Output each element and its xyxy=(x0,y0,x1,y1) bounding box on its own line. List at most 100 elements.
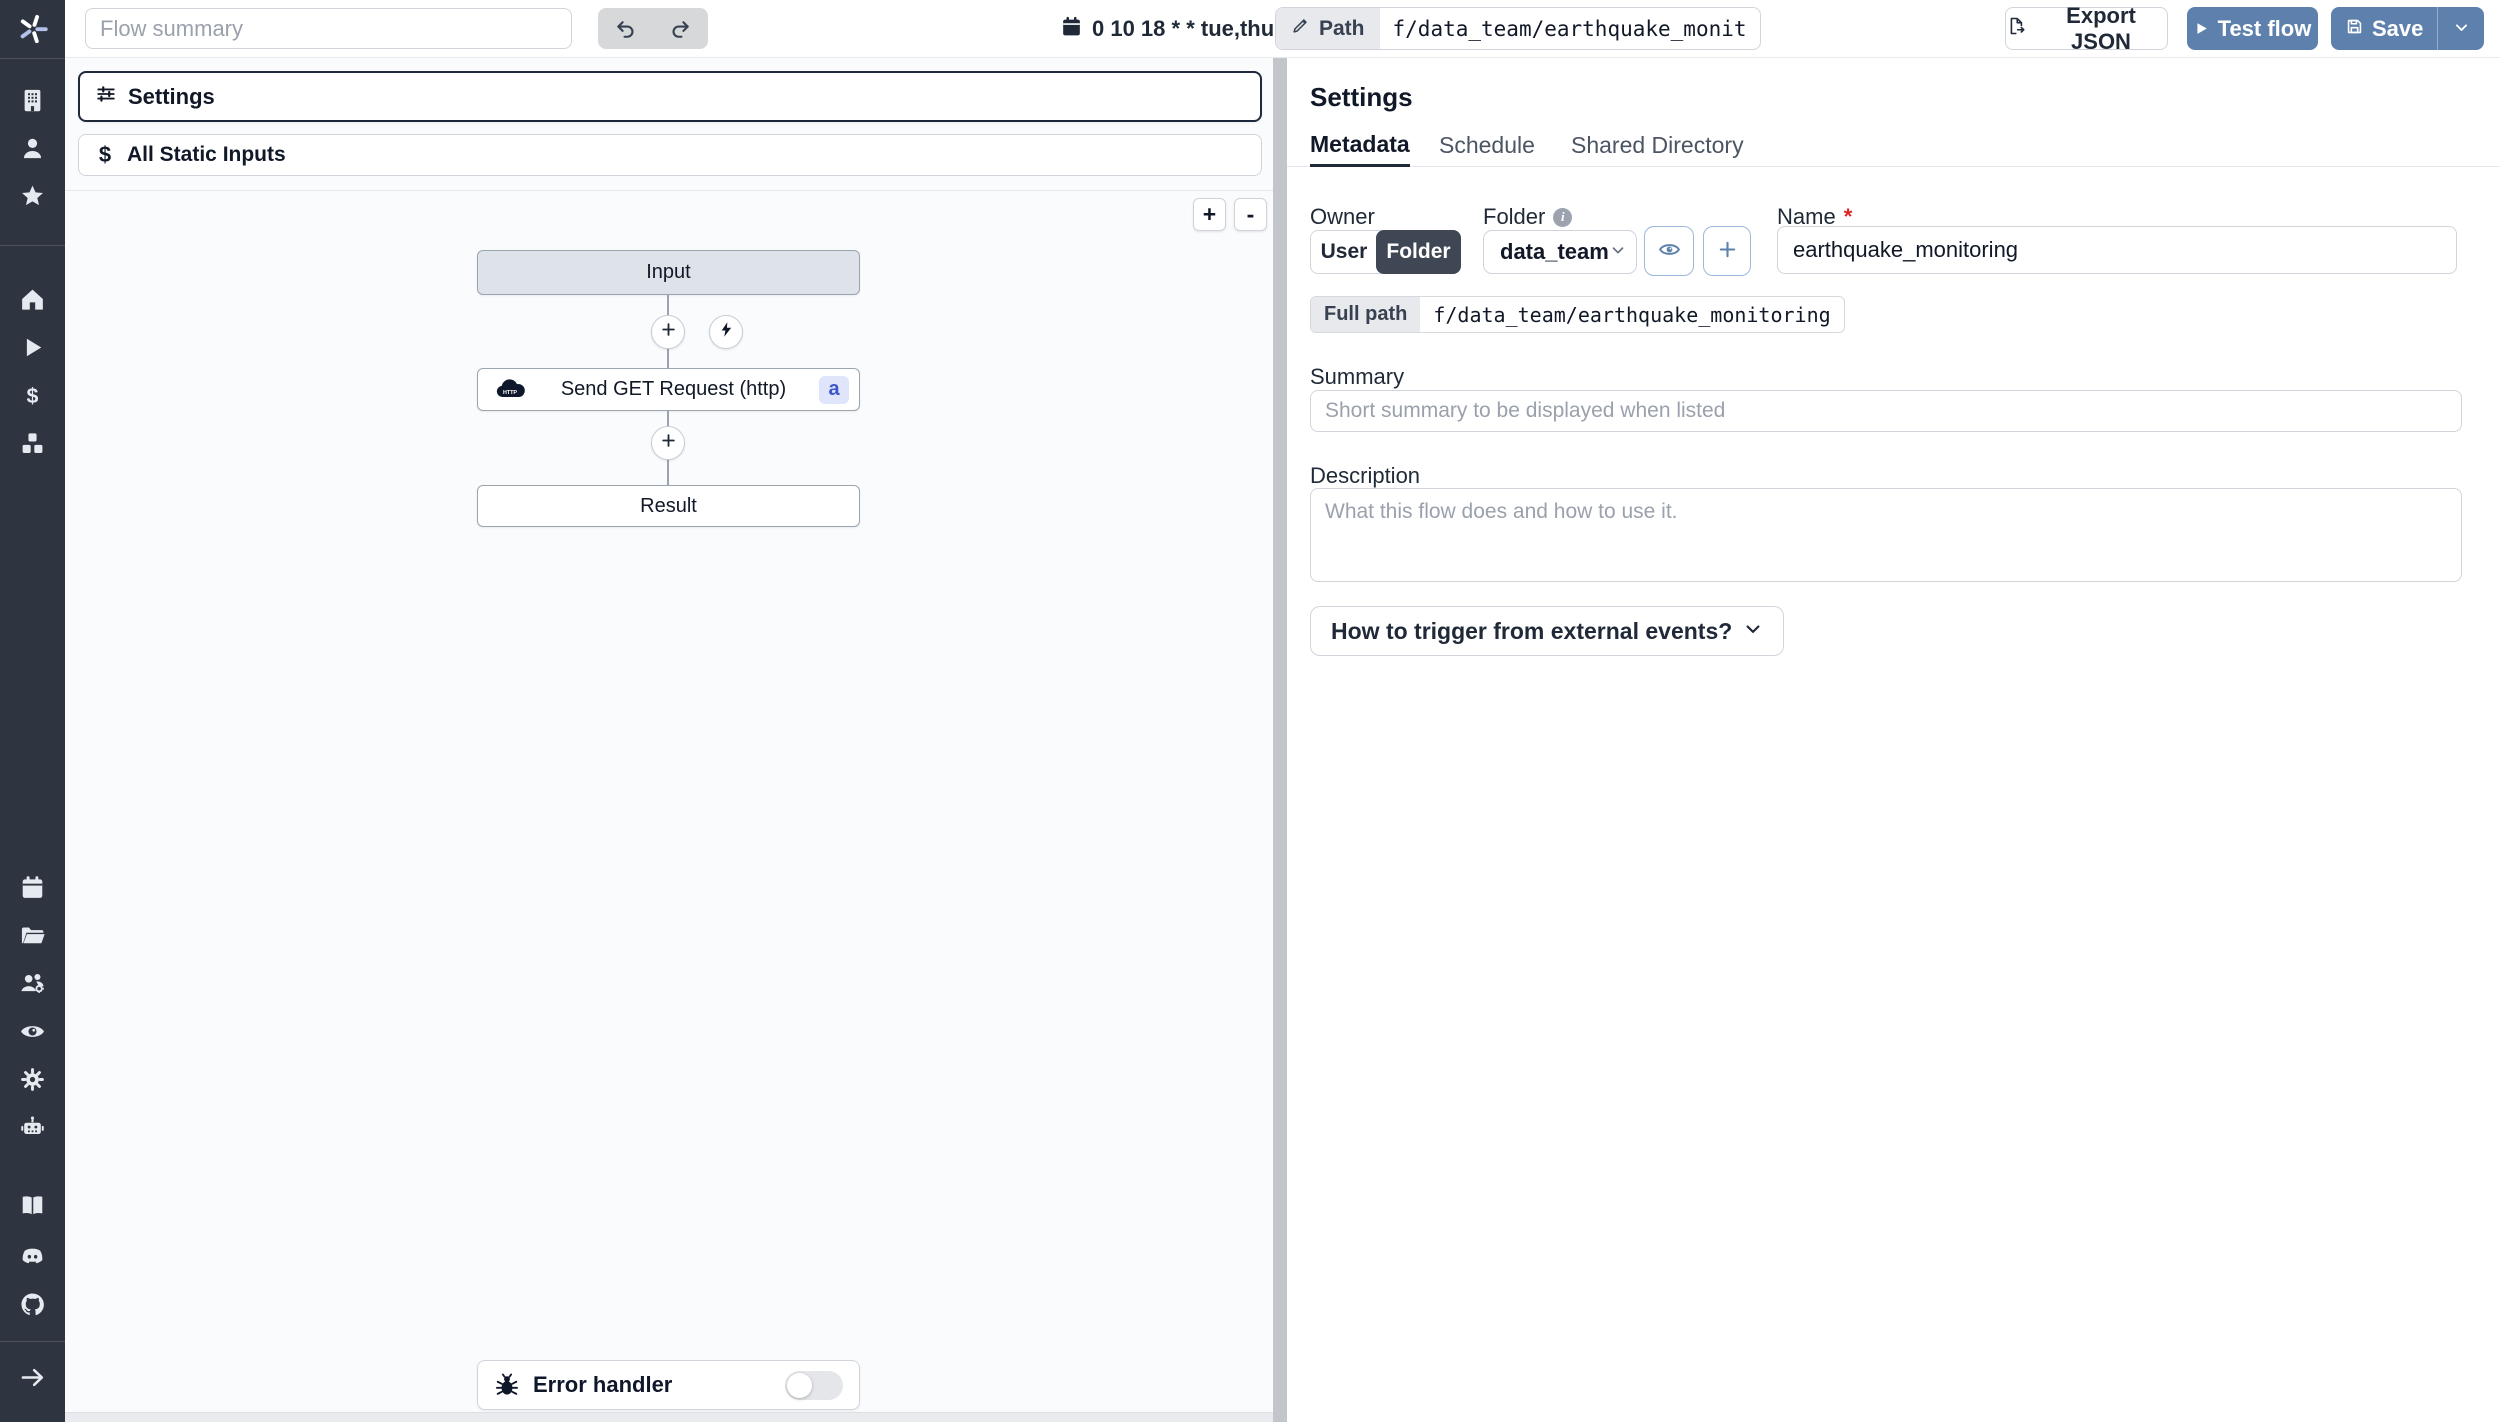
full-path-label: Full path xyxy=(1311,297,1421,332)
users-gear-icon xyxy=(19,970,46,1002)
folder-open-icon xyxy=(19,922,46,954)
flow-path-box: Path f/data_team/earthquake_monit xyxy=(1275,7,1761,50)
save-label: Save xyxy=(2372,15,2424,41)
windmill-logo[interactable] xyxy=(0,0,65,58)
chevron-down-icon xyxy=(1609,241,1627,264)
calendar-icon xyxy=(1060,15,1083,44)
view-folder-button[interactable] xyxy=(1644,226,1694,276)
content: Settings $ All Static Inputs + - Input H… xyxy=(65,58,2500,1422)
add-step-button[interactable] xyxy=(651,315,685,349)
github-icon[interactable] xyxy=(0,1280,65,1328)
star-icon xyxy=(19,183,46,215)
main-area: 0 10 18 * * tue,thu Path f/data_team/ear… xyxy=(65,0,2500,1422)
dollar-icon: $ xyxy=(98,142,112,167)
add-step-button[interactable] xyxy=(651,426,685,460)
horizontal-scrollbar[interactable] xyxy=(65,1412,1273,1422)
full-path-value: f/data_team/earthquake_monitoring xyxy=(1433,302,1831,327)
sidebar-item-folders[interactable] xyxy=(0,914,65,962)
export-json-label: Export JSON xyxy=(2066,2,2136,54)
plus-icon xyxy=(660,432,677,454)
lightning-bolt-icon xyxy=(718,321,735,343)
sidebar-divider xyxy=(0,58,65,59)
description-textarea[interactable] xyxy=(1310,488,2462,582)
flow-node-result[interactable]: Result xyxy=(477,485,860,527)
arrow-right-icon xyxy=(19,1364,46,1396)
error-handler-node[interactable]: Error handler xyxy=(477,1360,860,1410)
tab-schedule[interactable]: Schedule xyxy=(1439,124,1535,167)
redo-button[interactable] xyxy=(653,8,708,49)
undo-icon xyxy=(617,21,634,38)
add-trigger-button[interactable] xyxy=(709,315,743,349)
save-button[interactable]: Save xyxy=(2331,7,2438,50)
folder-select[interactable]: data_team xyxy=(1483,230,1637,274)
full-path-display: Full path f/data_team/earthquake_monitor… xyxy=(1310,296,1845,333)
flow-node-input[interactable]: Input xyxy=(477,250,860,295)
eye-icon xyxy=(1658,238,1681,264)
info-icon[interactable]: i xyxy=(1553,207,1573,227)
settings-panel: Settings Metadata Schedule Shared Direct… xyxy=(1287,58,2500,1422)
owner-option-user[interactable]: User xyxy=(1311,231,1377,273)
sidebar-item-runs[interactable] xyxy=(0,326,65,374)
sidebar-item-groups[interactable] xyxy=(0,962,65,1010)
svg-text:$: $ xyxy=(27,384,39,408)
schedule-cron-display[interactable]: 0 10 18 * * tue,thu xyxy=(1060,0,1274,58)
sidebar-item-docs[interactable] xyxy=(0,1184,65,1232)
panel-splitter[interactable] xyxy=(1273,58,1287,1422)
toggle-knob xyxy=(787,1372,812,1398)
sidebar-item-schedules[interactable] xyxy=(0,866,65,914)
flow-settings-item[interactable]: Settings xyxy=(78,71,1262,122)
undo-redo-group xyxy=(598,8,708,49)
edit-path-button[interactable]: Path xyxy=(1276,8,1380,49)
flow-summary-input[interactable] xyxy=(85,8,572,49)
undo-button[interactable] xyxy=(598,8,653,49)
gear-icon xyxy=(19,1066,46,1098)
sliders-icon xyxy=(95,83,117,110)
sidebar-item-workers[interactable] xyxy=(0,1106,65,1154)
sidebar-item-audit[interactable] xyxy=(0,1010,65,1058)
test-flow-button[interactable]: Test flow xyxy=(2187,7,2318,50)
discord-icon[interactable] xyxy=(0,1232,65,1280)
zoom-in-button[interactable]: + xyxy=(1193,198,1226,231)
all-static-inputs-item[interactable]: $ All Static Inputs xyxy=(78,134,1262,176)
dollar-icon: $ xyxy=(19,382,46,414)
user-icon xyxy=(19,135,46,167)
topbar: 0 10 18 * * tue,thu Path f/data_team/ear… xyxy=(65,0,2500,58)
sidebar-item-settings[interactable] xyxy=(0,1058,65,1106)
save-dropdown-button[interactable] xyxy=(2437,7,2485,50)
owner-toggle-group: User Folder xyxy=(1310,230,1461,274)
play-icon xyxy=(19,334,46,366)
sidebar-item-home[interactable] xyxy=(0,278,65,326)
sidebar-expand-button[interactable] xyxy=(0,1356,65,1404)
zoom-out-button[interactable]: - xyxy=(1234,198,1267,231)
flow-settings-label: Settings xyxy=(128,83,215,109)
sidebar-divider xyxy=(0,1341,65,1342)
tab-metadata[interactable]: Metadata xyxy=(1310,124,1410,167)
sidebar-item-variables[interactable]: $ xyxy=(0,374,65,422)
tab-shared-directory[interactable]: Shared Directory xyxy=(1571,124,1744,167)
sidebar-item-favorites[interactable] xyxy=(0,175,65,223)
pencil-icon xyxy=(1291,16,1310,41)
path-value[interactable]: f/data_team/earthquake_monit xyxy=(1380,8,1760,49)
plus-icon xyxy=(660,321,677,343)
bug-icon xyxy=(496,1373,518,1395)
export-json-button[interactable]: Export JSON xyxy=(2005,3,2168,54)
sidebar-item-user[interactable] xyxy=(0,127,65,175)
home-icon xyxy=(19,286,46,318)
error-handler-label: Error handler xyxy=(533,1372,673,1397)
owner-label: Owner xyxy=(1310,204,1375,229)
canvas-divider xyxy=(65,190,1273,191)
summary-label: Summary xyxy=(1310,364,1405,389)
trigger-info-button[interactable]: How to trigger from external events? xyxy=(1310,606,1785,656)
folder-label-row: Folder i xyxy=(1483,204,1573,230)
add-folder-button[interactable] xyxy=(1703,226,1751,276)
owner-option-folder[interactable]: Folder xyxy=(1376,230,1461,274)
name-input[interactable] xyxy=(1777,226,2457,274)
summary-input[interactable] xyxy=(1310,390,2462,432)
building-icon xyxy=(19,87,46,119)
flow-node-http[interactable]: HTTP Send GET Request (http) a xyxy=(477,368,860,411)
chevron-down-icon xyxy=(1743,618,1763,645)
error-handler-toggle[interactable] xyxy=(785,1370,843,1400)
all-static-inputs-label: All Static Inputs xyxy=(127,143,286,166)
sidebar-item-workspace[interactable] xyxy=(0,79,65,127)
sidebar-item-resources[interactable] xyxy=(0,422,65,470)
